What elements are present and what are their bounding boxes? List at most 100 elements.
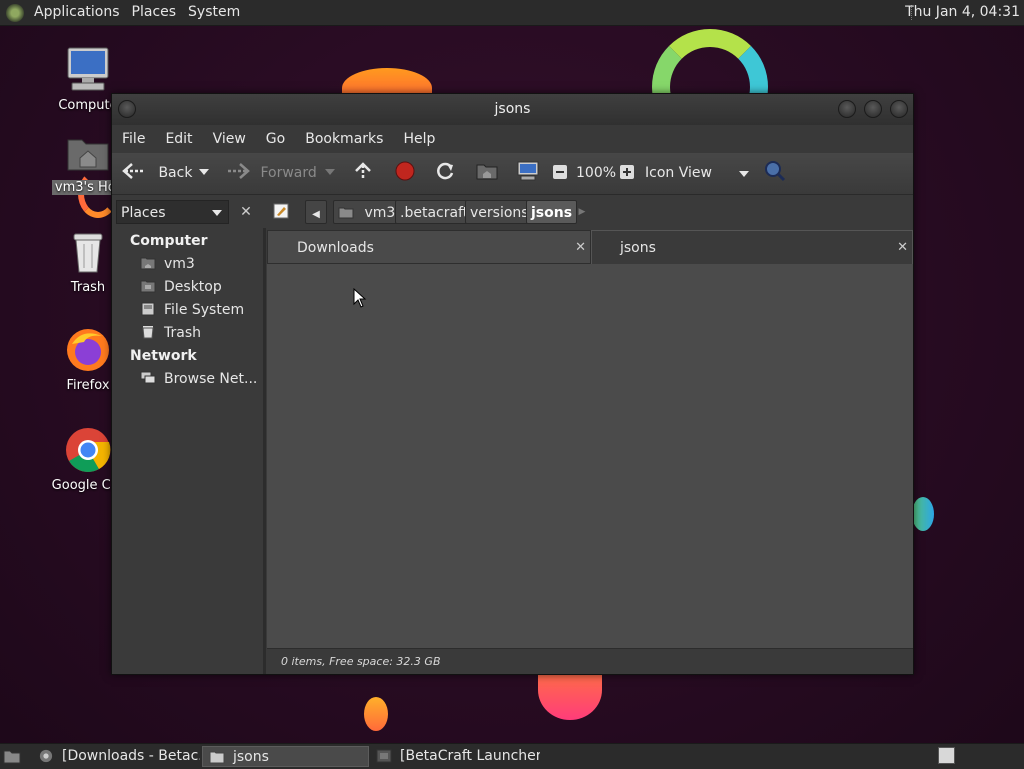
back-button[interactable]: Back	[122, 153, 192, 194]
sidebar-item-label: Browse Net...	[164, 371, 258, 387]
sidebar-selector[interactable]: Places	[116, 200, 229, 224]
zoom-level[interactable]: 100%	[576, 153, 616, 194]
menu-edit[interactable]: Edit	[155, 131, 202, 147]
wallpaper-teal-blob	[912, 497, 934, 531]
sidebar-item-trash[interactable]: Trash	[140, 323, 201, 343]
stop-button[interactable]	[395, 153, 415, 194]
reload-button[interactable]	[435, 153, 455, 194]
chrome-icon	[39, 749, 53, 763]
menu-bookmarks[interactable]: Bookmarks	[295, 131, 393, 147]
task-label: jsons	[233, 749, 269, 765]
home-folder-icon	[338, 207, 354, 219]
zoom-out-button[interactable]	[552, 153, 568, 194]
applications-menu[interactable]: Applications	[28, 0, 126, 25]
trash-icon	[64, 228, 112, 276]
tab-jsons[interactable]: jsons ✕	[591, 230, 913, 264]
places-menu[interactable]: Places	[126, 0, 183, 25]
back-arrow-icon	[122, 163, 144, 179]
chevron-right-icon: ▶	[578, 207, 586, 217]
zoom-in-button[interactable]	[619, 153, 635, 194]
breadcrumb-betacraft[interactable]: .betacraft	[395, 200, 474, 224]
reload-icon	[437, 162, 454, 180]
sidebar-item-vm3[interactable]: vm3	[140, 254, 195, 274]
stop-icon	[395, 161, 415, 181]
tab-strip: Downloads ✕ jsons ✕	[267, 230, 913, 264]
chrome-icon	[64, 426, 112, 474]
sidebar-item-filesystem[interactable]: File System	[140, 300, 244, 320]
chevron-down-icon	[212, 210, 222, 216]
menu-file[interactable]: File	[112, 131, 155, 147]
computer-button[interactable]	[517, 153, 539, 194]
firefox-icon	[64, 326, 112, 374]
computer-icon	[517, 161, 539, 181]
workspace-switcher[interactable]	[938, 747, 955, 764]
desktop-folder-icon	[140, 280, 156, 293]
close-sidebar-button[interactable]: ✕	[236, 200, 256, 224]
forward-button[interactable]: Forward	[226, 153, 317, 194]
edit-location-button[interactable]	[272, 202, 292, 222]
breadcrumb-label: .betacraft	[400, 205, 469, 221]
sidebar-category-network: Network	[130, 348, 197, 364]
breadcrumb-label: versions	[470, 205, 529, 221]
sidebar-item-browse-network[interactable]: Browse Net...	[140, 369, 257, 389]
up-arrow-icon	[355, 162, 371, 179]
chevron-down-icon	[199, 169, 209, 175]
edit-pencil-icon	[273, 203, 289, 219]
show-desktop-icon	[3, 750, 21, 764]
menu-help[interactable]: Help	[393, 131, 445, 147]
tab-downloads[interactable]: Downloads ✕	[267, 230, 591, 264]
forward-label: Forward	[260, 165, 317, 181]
chevron-down-icon	[325, 169, 335, 175]
task-label: [Downloads - Betac...	[62, 748, 200, 764]
close-icon: ✕	[575, 240, 586, 255]
menu-go[interactable]: Go	[256, 131, 295, 147]
close-tab-button[interactable]: ✕	[897, 231, 908, 265]
breadcrumb-label: vm3	[364, 205, 396, 221]
computer-icon	[64, 46, 112, 94]
breadcrumb-scroll-right[interactable]: ▶	[574, 200, 590, 224]
tab-label: jsons	[620, 240, 656, 256]
window-menu-button[interactable]	[118, 100, 136, 118]
file-view-area[interactable]	[267, 264, 913, 648]
mouse-cursor-icon	[353, 288, 367, 308]
close-button[interactable]	[890, 100, 908, 118]
toolbar: Back Forward 100% Icon View	[112, 153, 913, 195]
network-icon	[140, 371, 156, 384]
sidebar-item-desktop[interactable]: Desktop	[140, 277, 222, 297]
up-button[interactable]	[353, 153, 373, 194]
sidebar-category-computer: Computer	[130, 233, 208, 249]
top-panel: Applications Places System Thu Jan 4, 04…	[0, 0, 1024, 26]
breadcrumb-jsons[interactable]: jsons	[526, 200, 578, 224]
minimize-button[interactable]	[838, 100, 856, 118]
places-sidebar: Computer vm3 Desktop File System Trash N…	[112, 228, 266, 674]
breadcrumb-scroll-left[interactable]: ◀	[305, 200, 327, 224]
breadcrumb-versions[interactable]: versions	[465, 200, 534, 224]
window-titlebar[interactable]: jsons	[112, 94, 913, 125]
menu-view[interactable]: View	[203, 131, 256, 147]
zoom-in-icon	[620, 165, 634, 179]
drive-icon	[141, 302, 155, 316]
distro-logo-icon[interactable]	[6, 3, 24, 22]
forward-arrow-icon	[228, 163, 250, 179]
show-desktop-button[interactable]	[3, 747, 21, 765]
forward-history-dropdown[interactable]	[325, 153, 335, 194]
breadcrumb-vm3[interactable]: vm3	[333, 200, 401, 224]
taskbar-task-downloads[interactable]: [Downloads - Betac...	[32, 746, 200, 767]
view-mode-select[interactable]: Icon View	[645, 153, 749, 194]
close-tab-button[interactable]: ✕	[575, 231, 586, 265]
home-folder-icon	[140, 257, 156, 270]
system-menu[interactable]: System	[182, 0, 246, 25]
taskbar-task-jsons[interactable]: jsons	[202, 746, 369, 767]
back-history-dropdown[interactable]	[199, 153, 209, 194]
clock[interactable]: Thu Jan 4, 04:31	[905, 0, 1020, 25]
trash-icon	[142, 326, 154, 339]
home-button[interactable]	[476, 153, 498, 194]
zoom-out-icon	[553, 165, 567, 179]
home-folder-icon	[476, 164, 498, 180]
search-button[interactable]	[764, 153, 786, 194]
folder-icon	[209, 751, 225, 764]
maximize-button[interactable]	[864, 100, 882, 118]
tab-label: Downloads	[297, 240, 374, 256]
taskbar-task-betacraft[interactable]: [BetaCraft Launcher...	[370, 746, 540, 767]
sidebar-item-label: Trash	[164, 325, 201, 341]
